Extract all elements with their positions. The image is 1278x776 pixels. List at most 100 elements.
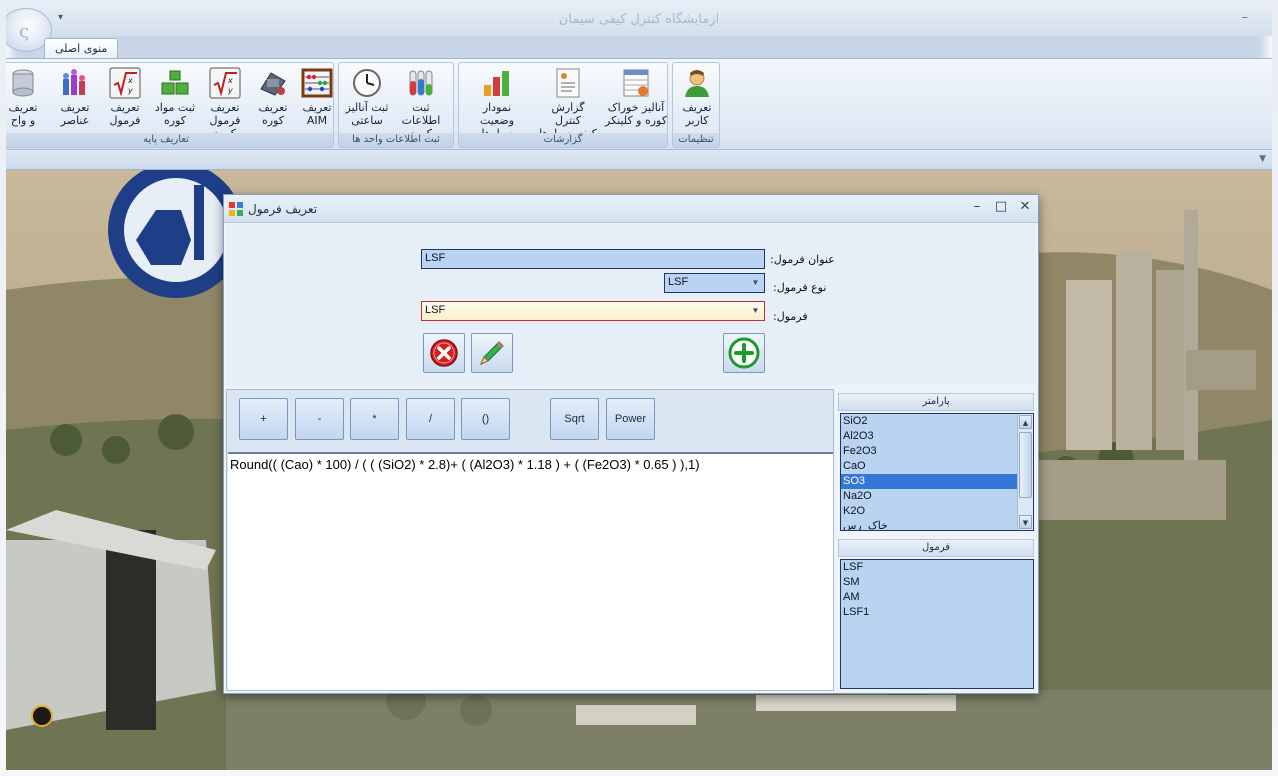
define-aim-button[interactable]: تعریف AIM [293, 67, 341, 133]
formula-editor-area: + - * / () Sqrt Power Round(( (Cao) * 10… [226, 389, 1036, 691]
kiln-materials-button[interactable]: ثبت مواد کوره [151, 67, 199, 133]
define-elements-button[interactable]: تعریف عناصر [51, 67, 99, 133]
raw-feed-analysis-button[interactable]: آنالیز خوراک کوره و کلینکر [605, 67, 667, 133]
formula-select[interactable]: LSF ▼ [421, 301, 765, 321]
formula-list-item[interactable]: SM [841, 575, 1033, 590]
abacus-icon [301, 67, 333, 99]
dialog-close-button[interactable]: ✕ [1018, 199, 1032, 214]
ribbon-group-label-base: تعاریف پایه [6, 133, 333, 147]
formulas-list[interactable]: LSF SM AM LSF1 [840, 559, 1034, 689]
define-user-button[interactable]: تعریف کاربر [673, 67, 721, 133]
tab-main-menu[interactable]: منوی اصلی [44, 38, 119, 59]
hourly-analysis-button[interactable]: ثبت آنالیز ساعتی [343, 67, 391, 133]
dialog-window-controls: – □ ✕ [970, 199, 1032, 214]
delete-button[interactable] [423, 333, 465, 373]
formula-type-select[interactable]: LSF ▼ [664, 273, 765, 293]
add-button[interactable] [723, 333, 765, 373]
window-minimize-button[interactable]: – [1242, 10, 1249, 25]
scroll-up-arrow-icon[interactable]: ▲ [1019, 415, 1032, 429]
report-document-icon [552, 67, 584, 99]
status-strip: ▼ [6, 150, 1272, 170]
parameter-list-item[interactable]: K2O [841, 504, 1033, 519]
parameter-list-item[interactable]: SiO2 [841, 414, 1033, 429]
chevron-down-icon: ▼ [751, 306, 760, 315]
silo-status-chart-button[interactable]: نمودار وضعیت سیلوها [467, 67, 527, 140]
dialog-minimize-button[interactable]: – [970, 199, 984, 214]
parameter-list-item[interactable]: CaO [841, 459, 1033, 474]
formula-label: فرمول: [773, 310, 808, 323]
operator-multiply-button[interactable]: * [350, 398, 399, 440]
formula-expression-editor[interactable]: Round(( (Cao) * 100) / ( ( (SiO2) * 2.8)… [228, 452, 833, 690]
operator-parentheses-button[interactable]: () [461, 398, 510, 440]
parameter-list-item[interactable]: Na2O [841, 489, 1033, 504]
define-units-label: تعریف و واح [8, 101, 38, 127]
svg-text:y: y [127, 86, 133, 95]
formula-list-item[interactable]: AM [841, 590, 1033, 605]
operator-power-button[interactable]: Power [606, 398, 655, 440]
clock-icon [351, 67, 383, 99]
scroll-thumb[interactable] [1019, 432, 1032, 498]
define-formula-button[interactable]: xy تعریف فرمول [101, 67, 149, 133]
ribbon: تعریف و واح تعریف عناصر xy تعریف فرمول ث… [6, 58, 1272, 150]
svg-text:x: x [127, 76, 133, 85]
chevron-down-icon: ▼ [751, 278, 760, 287]
define-elements-label: تعریف عناصر [60, 101, 90, 127]
operator-minus-button[interactable]: - [295, 398, 344, 440]
ribbon-group-settings: تعریف کاربر تنظیمات [672, 62, 720, 148]
parameter-list-item[interactable]: SO3 [841, 474, 1033, 489]
hourly-analysis-label: ثبت آنالیز ساعتی [345, 101, 389, 127]
define-formula-dialog: تعریف فرمول – □ ✕ عنوان فرمول: LSF نوع ف… [223, 194, 1039, 694]
parameter-list-item[interactable]: Al2O3 [841, 429, 1033, 444]
bar-chart-icon [481, 67, 513, 99]
ribbon-group-reports: نمودار وضعیت سیلوها گزارش کنترل کیفی سیل… [458, 62, 668, 148]
ribbon-tab-strip: منوی اصلی [6, 36, 1272, 59]
plus-circle-icon [728, 337, 760, 369]
title-bar: ς ▾ ازمایشگاه کنترل کیفی سیمان – [6, 2, 1272, 52]
define-user-label: تعریف کاربر [682, 101, 712, 127]
chevron-down-icon: ▼ [1259, 154, 1266, 164]
window-app-icon [229, 202, 243, 216]
elements-bottles-icon [59, 67, 91, 99]
test-tubes-icon [405, 67, 437, 99]
operator-plus-button[interactable]: + [239, 398, 288, 440]
define-kiln-button[interactable]: تعریف کوره [249, 67, 297, 133]
parameters-scrollbar[interactable]: ▲ ▼ [1017, 414, 1033, 530]
operator-divide-button[interactable]: / [406, 398, 455, 440]
formula-type-value: LSF [668, 276, 689, 288]
ribbon-group-label-reports: گزارشات [459, 133, 667, 147]
formula-list-item[interactable]: LSF [841, 560, 1033, 575]
define-formula-label: تعریف فرمول [109, 101, 141, 127]
define-units-button[interactable]: تعریف و واح [6, 67, 47, 133]
spreadsheet-icon [620, 67, 652, 99]
parameter-list-item[interactable]: خاک_رس [841, 519, 1033, 530]
parameters-list[interactable]: SiO2 Al2O3 Fe2O3 CaO SO3 Na2O K2O خاک_رس ▲ ▼ [840, 413, 1034, 531]
kiln-machine-icon [257, 67, 289, 99]
formula-list-item[interactable]: LSF1 [841, 605, 1033, 620]
formula-title-input[interactable]: LSF [421, 249, 765, 269]
scroll-down-arrow-icon[interactable]: ▼ [1019, 515, 1032, 529]
formula-type-label: نوع فرمول: [773, 281, 827, 294]
kiln-materials-label: ثبت مواد کوره [154, 101, 196, 127]
parameters-header: پارامتر [838, 393, 1034, 411]
operator-sqrt-button[interactable]: Sqrt [550, 398, 599, 440]
parameters-items: SiO2 Al2O3 Fe2O3 CaO SO3 Na2O K2O خاک_رس [841, 414, 1033, 530]
edit-button[interactable] [471, 333, 513, 373]
ribbon-group-base-definitions: تعریف و واح تعریف عناصر xy تعریف فرمول ث… [6, 62, 334, 148]
ribbon-group-unit-data: ثبت آنالیز ساعتی ثبت اطلاعات کوره ثبت اط… [338, 62, 454, 148]
delete-x-icon [430, 339, 458, 367]
svg-text:y: y [227, 86, 233, 95]
formulas-header: فرمول [838, 539, 1034, 557]
kiln-formula-button[interactable]: xy تعریف فرمول کوره [201, 67, 249, 140]
side-panel: پارامتر SiO2 Al2O3 Fe2O3 CaO SO3 Na2O K2O خاک_ر… [838, 389, 1036, 691]
database-icon [7, 67, 39, 99]
silo-quality-report-button[interactable]: گزارش کنترل کیفی سیلوها [537, 67, 599, 140]
boxes-stack-icon [159, 67, 191, 99]
dialog-maximize-button[interactable]: □ [994, 199, 1008, 214]
parameter-list-item[interactable]: Fe2O3 [841, 444, 1033, 459]
ribbon-group-label-unit-data: ثبت اطلاعات واحد ها [339, 133, 453, 147]
ribbon-group-label-settings: تنظیمات [673, 133, 719, 147]
formula-sqrt-icon: xy [109, 67, 141, 99]
kiln-info-button[interactable]: ثبت اطلاعات کوره [397, 67, 445, 140]
define-aim-label: تعریف AIM [302, 101, 332, 127]
formula-title-label: عنوان فرمول: [770, 253, 835, 266]
